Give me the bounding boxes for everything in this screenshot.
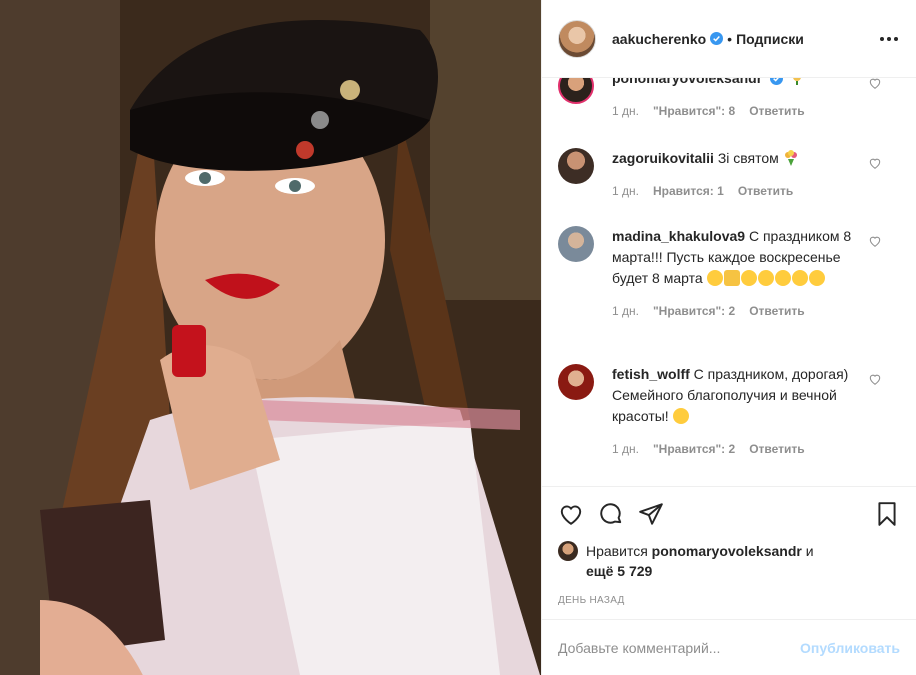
bouquet-emoji-icon bbox=[783, 150, 799, 166]
comment-username[interactable]: fetish_wolff bbox=[612, 366, 690, 382]
likes-prefix: Нравится bbox=[586, 543, 648, 559]
post-timestamp[interactable]: ДЕНЬ НАЗАД bbox=[558, 595, 900, 606]
comment-item: zagoruikovitalii Зі святом 1 дн. Нравитс… bbox=[558, 148, 900, 202]
verified-icon bbox=[770, 78, 784, 85]
heart-icon[interactable] bbox=[868, 372, 882, 386]
comments-list[interactable]: ponomaryovoleksandr 1 дн. "Нравится": 8 … bbox=[542, 78, 916, 486]
comment-likes[interactable]: "Нравится": 8 bbox=[653, 101, 735, 122]
comment-avatar[interactable] bbox=[558, 364, 594, 400]
comment-avatar[interactable] bbox=[558, 78, 594, 104]
kiss-emoji-icon bbox=[740, 270, 757, 286]
liker-username[interactable]: ponomaryovoleksandr bbox=[652, 543, 802, 559]
flower-emoji-icon bbox=[790, 78, 804, 85]
thumbs-up-emoji-icon bbox=[723, 270, 740, 286]
add-comment-bar: Добавьте комментарий... Опубликовать bbox=[542, 619, 916, 675]
comment-reply-button[interactable]: Ответить bbox=[749, 301, 804, 322]
likes-count[interactable]: ещё 5 729 bbox=[586, 563, 652, 579]
post-photo[interactable] bbox=[0, 0, 541, 675]
verified-icon bbox=[710, 32, 724, 45]
comment-time[interactable]: 1 дн. bbox=[612, 439, 639, 460]
comment-item: madina_khakulova9 С праздником 8 марта!!… bbox=[558, 226, 900, 322]
kiss-emoji-icon bbox=[774, 270, 791, 286]
comment-reply-button[interactable]: Ответить bbox=[749, 101, 804, 122]
comment-item: ponomaryovoleksandr 1 дн. "Нравится": 8 … bbox=[558, 78, 900, 122]
comment-body: fetish_wolff С праздником, дорогая) Семе… bbox=[612, 364, 852, 460]
smile-emoji-icon bbox=[706, 270, 723, 286]
heart-icon[interactable] bbox=[558, 501, 584, 527]
comment-meta: 1 дн. "Нравится": 2 Ответить bbox=[612, 439, 852, 460]
comment-item: fetish_wolff С праздником, дорогая) Семе… bbox=[558, 364, 900, 460]
heart-icon[interactable] bbox=[868, 156, 882, 170]
more-options-button[interactable] bbox=[878, 28, 900, 50]
likes-summary: Нравится ponomaryovoleksandr и ещё 5 729 bbox=[558, 541, 900, 581]
kiss-emoji-icon bbox=[808, 270, 825, 286]
comment-likes[interactable]: Нравится: 1 bbox=[653, 181, 724, 202]
instagram-post: aakucherenko • Подписки ponomaryovoleksa… bbox=[0, 0, 916, 675]
liker-avatar[interactable] bbox=[558, 541, 578, 561]
comment-text: Зі святом bbox=[717, 150, 779, 166]
photo-illustration bbox=[0, 0, 541, 675]
comment-username[interactable]: ponomaryovoleksandr bbox=[612, 78, 762, 86]
post-side-panel: aakucherenko • Подписки ponomaryovoleksa… bbox=[541, 0, 916, 675]
comment-time[interactable]: 1 дн. bbox=[612, 181, 639, 202]
comment-reply-button[interactable]: Ответить bbox=[738, 181, 793, 202]
comment-body: madina_khakulova9 С праздником 8 марта!!… bbox=[612, 226, 852, 322]
likes-and: и bbox=[805, 543, 814, 559]
kiss-emoji-icon bbox=[672, 408, 689, 424]
comment-meta: 1 дн. "Нравится": 2 Ответить bbox=[612, 301, 852, 322]
share-icon[interactable] bbox=[638, 501, 664, 527]
comment-time[interactable]: 1 дн. bbox=[612, 101, 639, 122]
kiss-emoji-icon bbox=[791, 270, 808, 286]
separator-dot: • bbox=[727, 30, 733, 47]
comment-body: zagoruikovitalii Зі святом 1 дн. Нравитс… bbox=[612, 148, 852, 202]
comment-reply-button[interactable]: Ответить bbox=[749, 439, 804, 460]
author-avatar[interactable] bbox=[558, 19, 596, 58]
comment-icon[interactable] bbox=[598, 501, 624, 527]
heart-icon[interactable] bbox=[868, 78, 882, 90]
action-icons-row bbox=[558, 487, 900, 541]
comment-meta: 1 дн. "Нравится": 8 Ответить bbox=[612, 101, 852, 122]
heart-icon[interactable] bbox=[868, 234, 882, 248]
publish-button[interactable]: Опубликовать bbox=[800, 640, 900, 656]
likes-text: Нравится ponomaryovoleksandr и ещё 5 729 bbox=[586, 541, 814, 581]
comment-avatar[interactable] bbox=[558, 226, 594, 262]
more-icon bbox=[880, 36, 898, 41]
comment-avatar[interactable] bbox=[558, 148, 594, 184]
post-header: aakucherenko • Подписки bbox=[542, 0, 916, 78]
comment-username[interactable]: madina_khakulova9 bbox=[612, 228, 745, 244]
following-button[interactable]: Подписки bbox=[736, 31, 804, 47]
comment-body: ponomaryovoleksandr 1 дн. "Нравится": 8 … bbox=[612, 78, 852, 122]
comment-input[interactable]: Добавьте комментарий... bbox=[558, 640, 800, 656]
emoji-row bbox=[706, 270, 826, 286]
bookmark-icon[interactable] bbox=[874, 501, 900, 527]
comment-likes[interactable]: "Нравится": 2 bbox=[653, 301, 735, 322]
comment-likes[interactable]: "Нравится": 2 bbox=[653, 439, 735, 460]
comment-meta: 1 дн. Нравится: 1 Ответить bbox=[612, 181, 852, 202]
comment-time[interactable]: 1 дн. bbox=[612, 301, 639, 322]
kiss-emoji-icon bbox=[757, 270, 774, 286]
comment-username[interactable]: zagoruikovitalii bbox=[612, 150, 714, 166]
post-actions: Нравится ponomaryovoleksandr и ещё 5 729… bbox=[542, 486, 916, 606]
author-username[interactable]: aakucherenko bbox=[612, 31, 706, 47]
